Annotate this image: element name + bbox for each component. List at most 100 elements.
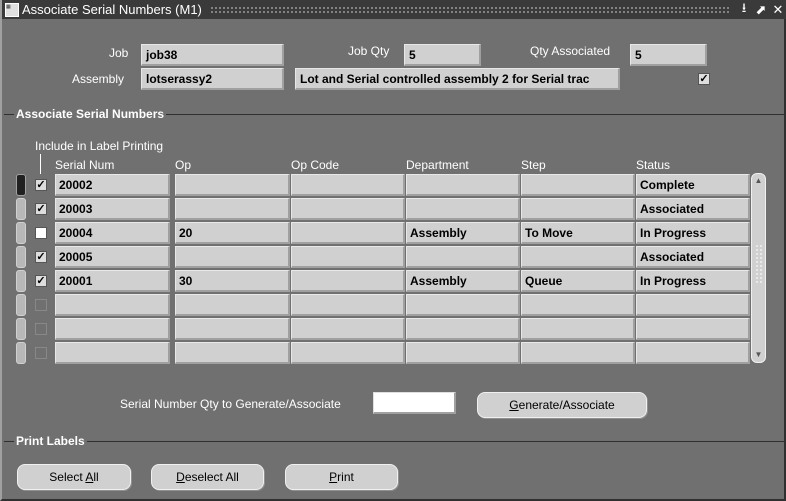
op-code-cell[interactable] [291, 342, 405, 364]
row-selector[interactable] [16, 246, 26, 268]
op-code-cell[interactable] [291, 318, 405, 340]
serial-num-cell[interactable] [55, 342, 170, 364]
op-cell[interactable] [175, 198, 290, 220]
department-cell[interactable]: Assembly [406, 222, 520, 244]
row-selector[interactable] [16, 222, 26, 244]
generate-associate-button[interactable]: Generate/Associate [477, 392, 647, 418]
step-cell[interactable]: Queue [521, 270, 635, 292]
status-cell[interactable]: Associated [636, 246, 750, 268]
deselect-all-button[interactable]: Deselect All [151, 464, 264, 490]
deselect-all-label-rest: eselect All [184, 470, 239, 484]
select-all-button[interactable]: Select All [17, 464, 131, 490]
window-title: Associate Serial Numbers (M1) [22, 2, 202, 17]
column-header-department: Department [406, 158, 469, 172]
oracle-app-icon: ▦ [5, 2, 19, 17]
op-cell[interactable] [175, 174, 290, 196]
include-in-label-printing-checkbox[interactable]: ✓ [35, 179, 47, 191]
op-code-cell[interactable] [291, 270, 405, 292]
column-header-serial-num: Serial Num [55, 158, 115, 172]
op-code-cell[interactable] [291, 174, 405, 196]
step-cell[interactable] [521, 342, 635, 364]
assembly-flag-checkbox[interactable]: ✓ [698, 73, 710, 85]
scroll-up-icon[interactable]: ▲ [753, 176, 764, 186]
maximize-icon[interactable]: ⬈ [754, 2, 768, 18]
title-bar-grip[interactable] [209, 5, 729, 14]
row-selector[interactable] [16, 342, 26, 364]
row-selector[interactable] [16, 294, 26, 316]
include-in-label-printing-checkbox[interactable] [35, 347, 47, 359]
column-header-status: Status [636, 158, 671, 172]
serial-qty-input[interactable] [373, 392, 456, 414]
op-code-cell[interactable] [291, 222, 405, 244]
serial-num-cell[interactable]: 20003 [55, 198, 170, 220]
status-cell[interactable]: Complete [636, 174, 750, 196]
select-all-label-pre: Select [49, 470, 86, 484]
department-cell[interactable] [406, 318, 520, 340]
row-selector[interactable] [16, 270, 26, 292]
serial-num-cell[interactable]: 20005 [55, 246, 170, 268]
include-header-connector [40, 154, 41, 174]
op-code-cell[interactable] [291, 294, 405, 316]
deselect-all-mnemonic: D [176, 470, 185, 484]
print-button[interactable]: Print [285, 464, 398, 490]
step-cell[interactable] [521, 246, 635, 268]
op-cell[interactable]: 30 [175, 270, 290, 292]
associate-serial-numbers-window: ▦ Associate Serial Numbers (M1) ⭳ ⬈ ✕ Jo… [0, 0, 786, 501]
status-cell[interactable]: In Progress [636, 270, 750, 292]
serial-qty-label: Serial Number Qty to Generate/Associate [120, 397, 341, 411]
status-cell[interactable] [636, 294, 750, 316]
status-cell[interactable] [636, 318, 750, 340]
serial-num-cell[interactable]: 20001 [55, 270, 170, 292]
op-cell[interactable] [175, 342, 290, 364]
include-in-label-printing-checkbox[interactable]: ✓ [35, 251, 47, 263]
department-cell[interactable] [406, 294, 520, 316]
serial-num-cell[interactable]: 20004 [55, 222, 170, 244]
include-in-label-printing-checkbox[interactable]: ✓ [35, 275, 47, 287]
print-mnemonic: P [329, 470, 338, 484]
step-cell[interactable]: To Move [521, 222, 635, 244]
generate-mnemonic: G [509, 398, 519, 412]
serial-num-cell[interactable] [55, 294, 170, 316]
op-cell[interactable] [175, 294, 290, 316]
step-cell[interactable] [521, 318, 635, 340]
print-section-divider [4, 441, 784, 442]
op-cell[interactable] [175, 246, 290, 268]
select-all-label-rest: ll [93, 470, 99, 484]
row-selector[interactable] [16, 174, 26, 196]
department-cell[interactable] [406, 246, 520, 268]
step-cell[interactable] [521, 174, 635, 196]
close-icon[interactable]: ✕ [771, 2, 785, 18]
department-cell[interactable]: Assembly [406, 270, 520, 292]
status-cell[interactable] [636, 342, 750, 364]
row-selector[interactable] [16, 198, 26, 220]
include-in-label-printing-checkbox[interactable] [35, 299, 47, 311]
status-cell[interactable]: In Progress [636, 222, 750, 244]
include-label-printing-header: Include in Label Printing [35, 139, 164, 153]
include-in-label-printing-checkbox[interactable] [35, 227, 47, 239]
step-cell[interactable] [521, 294, 635, 316]
status-cell[interactable]: Associated [636, 198, 750, 220]
step-cell[interactable] [521, 198, 635, 220]
include-in-label-printing-checkbox[interactable]: ✓ [35, 203, 47, 215]
department-cell[interactable] [406, 342, 520, 364]
op-code-cell[interactable] [291, 246, 405, 268]
scroll-thumb-grip[interactable] [755, 244, 763, 284]
job-field[interactable]: job38 [141, 44, 284, 66]
serial-num-cell[interactable] [55, 318, 170, 340]
job-qty-field[interactable]: 5 [404, 44, 481, 66]
serial-num-cell[interactable]: 20002 [55, 174, 170, 196]
department-cell[interactable] [406, 198, 520, 220]
department-cell[interactable] [406, 174, 520, 196]
include-in-label-printing-checkbox[interactable] [35, 323, 47, 335]
assembly-description-field[interactable]: Lot and Serial controlled assembly 2 for… [295, 68, 620, 90]
minimize-icon[interactable]: ⭳ [737, 0, 751, 21]
assembly-field[interactable]: lotserassy2 [141, 68, 284, 90]
op-cell[interactable] [175, 318, 290, 340]
qty-associated-field[interactable]: 5 [630, 44, 707, 66]
table-scrollbar[interactable]: ▲ ▼ [751, 173, 766, 363]
op-cell[interactable]: 20 [175, 222, 290, 244]
column-header-step: Step [521, 158, 546, 172]
op-code-cell[interactable] [291, 198, 405, 220]
row-selector[interactable] [16, 318, 26, 340]
scroll-down-icon[interactable]: ▼ [753, 350, 764, 360]
